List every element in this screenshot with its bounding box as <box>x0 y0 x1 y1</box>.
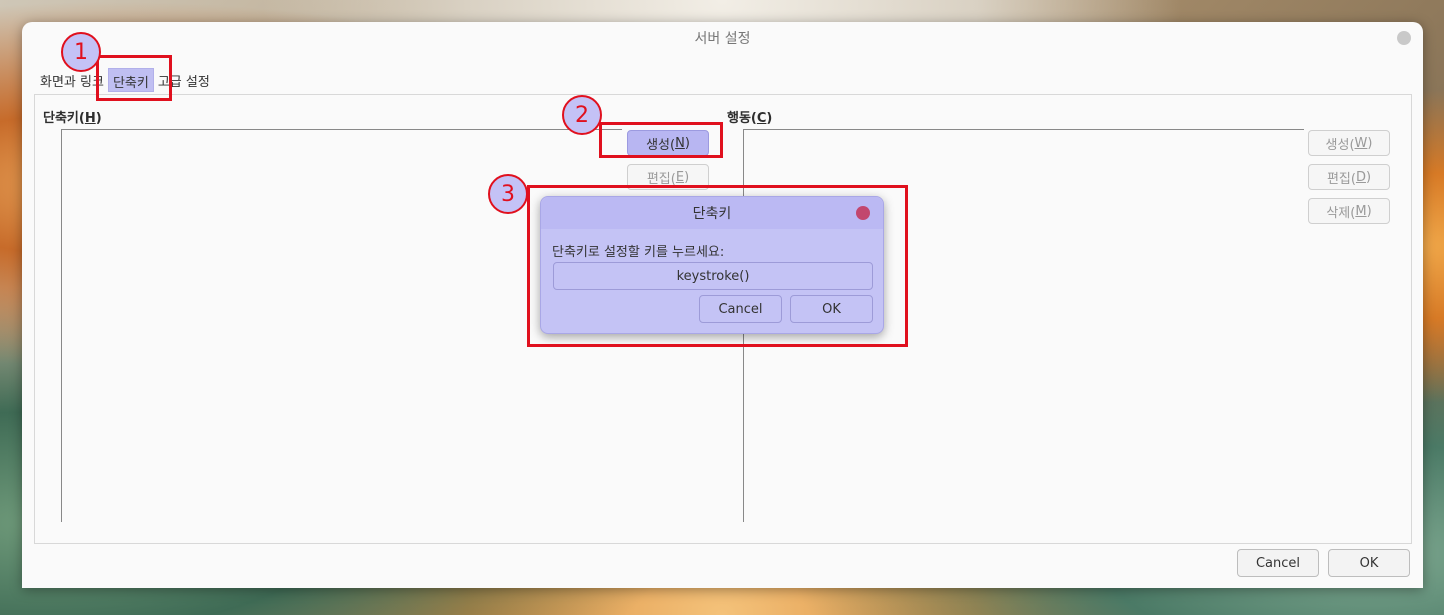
window-titlebar[interactable]: 서버 설정 <box>22 22 1423 54</box>
footer-cancel-button[interactable]: Cancel <box>1237 549 1319 577</box>
annotation-badge-3: 3 <box>488 174 528 214</box>
annotation-box-1 <box>96 55 172 101</box>
annotation-badge-1: 1 <box>61 32 101 72</box>
shortcuts-label: 단축키(H) <box>43 111 102 126</box>
annotation-box-3 <box>527 185 908 347</box>
action-edit-button[interactable]: 편집(D) <box>1308 164 1390 190</box>
footer-ok-button[interactable]: OK <box>1328 549 1410 577</box>
annotation-box-2 <box>599 122 723 158</box>
actions-label: 행동(C) <box>727 111 773 126</box>
close-icon[interactable] <box>1397 31 1411 45</box>
window-title: 서버 설정 <box>694 31 751 47</box>
action-delete-button[interactable]: 삭제(M) <box>1308 198 1390 224</box>
action-create-button[interactable]: 생성(W) <box>1308 130 1390 156</box>
annotation-badge-2: 2 <box>562 95 602 135</box>
